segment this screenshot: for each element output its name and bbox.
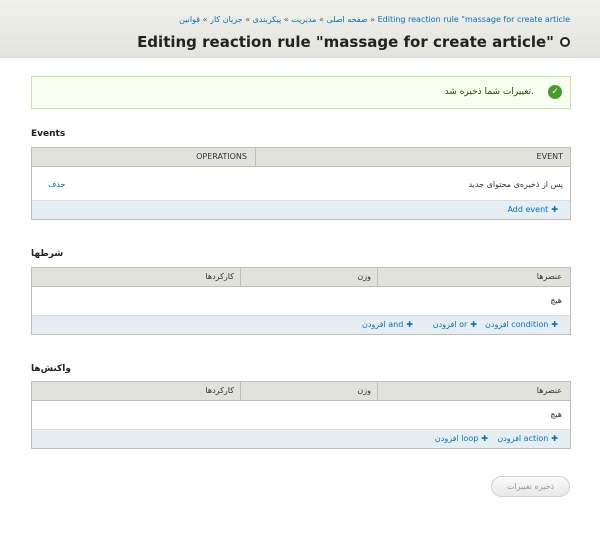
breadcrumb-config[interactable]: پیکربندی	[253, 15, 282, 24]
reactions-table: عنصرها وزن کارکردها هیچ افزودن action ✚ ا…	[31, 381, 571, 449]
page-title: Editing reaction rule "massage for creat…	[137, 33, 570, 51]
reactions-table-header: عنصرها وزن کارکردها	[32, 382, 570, 401]
save-button[interactable]: ذخیره تغییرات	[491, 476, 570, 497]
add-or-label: افزودن or	[432, 320, 468, 329]
reactions-title: واکنش‌ها	[31, 364, 71, 374]
column-header-operations-label: کارکردها	[205, 272, 234, 281]
plus-icon: ✚	[551, 434, 558, 443]
conditions-actions: افزودن condition ✚ افزودن or ✚ افزودن and ✚	[32, 315, 570, 334]
status-message-text: تغییرات شما ذخیره شد.	[444, 87, 534, 97]
conditions-table: عنصرها وزن کارکردها هیچ افزودن condition…	[31, 267, 571, 335]
breadcrumb-separator: »	[245, 15, 251, 24]
breadcrumb-admin[interactable]: مدیریت	[291, 15, 316, 24]
events-table-header: EVENT OPERATIONS	[32, 148, 570, 167]
add-and-button[interactable]: افزودن and ✚	[362, 320, 413, 329]
table-row: پس از ذخیره‌ی محتوای جدید حذف	[32, 167, 570, 200]
add-action-label: افزودن action	[497, 434, 549, 443]
add-event-label: Add event	[507, 205, 549, 214]
circle-icon	[560, 36, 570, 47]
delete-event-link[interactable]: حذف	[48, 180, 65, 189]
breadcrumb-home[interactable]: صفحه اصلی	[326, 15, 367, 24]
breadcrumb-rules[interactable]: قوانین	[179, 15, 200, 24]
add-condition-label: افزودن condition	[485, 320, 549, 329]
status-message: تغییرات شما ذخیره شد. ✓	[31, 76, 571, 109]
column-header-weight-label: وزن	[357, 386, 371, 395]
table-row: هیچ	[32, 401, 570, 429]
add-event-button[interactable]: Add event ✚	[507, 205, 558, 214]
breadcrumb-separator: »	[283, 15, 289, 24]
breadcrumb-separator: »	[318, 15, 324, 24]
plus-icon: ✚	[481, 434, 488, 443]
events-table: EVENT OPERATIONS پس از ذخیره‌ی محتوای جد…	[31, 147, 571, 220]
check-icon: ✓	[548, 85, 562, 99]
plus-icon: ✚	[406, 320, 413, 329]
conditions-title: شرطها	[31, 249, 64, 259]
add-and-label: افزودن and	[361, 320, 404, 329]
breadcrumb-current[interactable]: Editing reaction rule "massage for creat…	[378, 15, 570, 24]
conditions-table-header: عنصرها وزن کارکردها	[32, 268, 570, 287]
plus-icon: ✚	[551, 205, 558, 214]
empty-text: هیچ	[550, 410, 562, 419]
column-header-weight: وزن	[240, 268, 378, 286]
empty-text: هیچ	[550, 296, 562, 305]
column-header-weight-label: وزن	[357, 272, 371, 281]
table-row: هیچ	[32, 287, 570, 315]
reactions-actions: افزودن action ✚ افزودن loop ✚	[32, 429, 570, 448]
add-loop-button[interactable]: افزودن loop ✚	[435, 434, 488, 443]
add-condition-button[interactable]: افزودن condition ✚	[485, 320, 558, 329]
add-loop-label: افزودن loop	[434, 434, 479, 443]
events-title: Events	[31, 129, 66, 139]
column-header-operations-label: کارکردها	[205, 386, 234, 395]
breadcrumb-separator: »	[202, 15, 208, 24]
event-name: پس از ذخیره‌ی محتوای جدید	[468, 180, 563, 189]
page-header: صفحه اصلی » مدیریت » پیکربندی » جریان کا…	[0, 0, 600, 58]
breadcrumb-workflow[interactable]: جریان کار	[210, 15, 243, 24]
plus-icon: ✚	[551, 320, 558, 329]
breadcrumb-separator: »	[370, 15, 376, 24]
column-header-operations-label: OPERATIONS	[196, 152, 247, 161]
add-or-button[interactable]: افزودن or ✚	[433, 320, 477, 329]
plus-icon: ✚	[470, 320, 477, 329]
column-header-elements: عنصرها	[536, 272, 562, 281]
column-header-event: EVENT	[536, 152, 563, 161]
column-header-operations: کارکردها	[32, 268, 241, 286]
breadcrumb: صفحه اصلی » مدیریت » پیکربندی » جریان کا…	[179, 15, 570, 24]
add-action-button[interactable]: افزودن action ✚	[497, 434, 558, 443]
events-actions: Add event ✚	[32, 200, 570, 219]
page-title-text: Editing reaction rule "massage for creat…	[137, 33, 554, 51]
column-header-weight: وزن	[240, 382, 378, 400]
column-header-elements: عنصرها	[536, 386, 562, 395]
column-header-operations: OPERATIONS	[32, 148, 256, 166]
column-header-operations: کارکردها	[32, 382, 241, 400]
